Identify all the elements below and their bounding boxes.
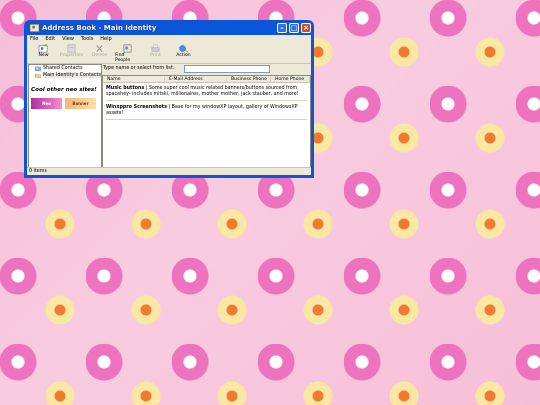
menu-view[interactable]: View	[62, 36, 74, 42]
properties-icon	[67, 44, 76, 53]
action-button[interactable]: Action	[171, 43, 196, 58]
status-text: 0 items	[29, 169, 47, 174]
menu-help[interactable]: Help	[100, 36, 111, 42]
column-email[interactable]: E-Mail Address	[165, 76, 227, 82]
print-button[interactable]: Print	[143, 43, 168, 58]
tree-item-shared-contacts[interactable]: Shared Contacts	[29, 65, 101, 72]
search-label: Type name or select from list:	[103, 66, 175, 71]
status-bar: 0 items	[27, 167, 311, 175]
column-business-phone[interactable]: Business Phone	[227, 76, 271, 82]
shared-contacts-icon	[35, 66, 41, 71]
column-home-phone[interactable]: Home Phone	[271, 76, 310, 82]
new-button[interactable]: New	[31, 43, 56, 58]
cool-sites-heading: Cool other neo sites!	[31, 87, 97, 93]
list-item[interactable]: Music buttons | Some super cool music re…	[103, 83, 310, 99]
minimize-button[interactable]: –	[277, 22, 287, 33]
divider	[106, 100, 307, 102]
menu-edit[interactable]: Edit	[45, 36, 55, 42]
divider	[106, 119, 307, 121]
contacts-list: Name E-Mail Address Business Phone Home …	[102, 75, 311, 168]
window-title: Address Book - Main Identity	[42, 23, 157, 32]
tree-item-main-identity-contacts[interactable]: Main Identity's Contacts	[29, 72, 101, 79]
maximize-button[interactable]: □	[289, 22, 299, 33]
delete-icon	[96, 44, 103, 53]
title-bar[interactable]: Address Book - Main Identity – □ ×	[27, 20, 311, 35]
search-row: Type name or select from list:	[102, 64, 309, 73]
menu-file[interactable]: File	[30, 36, 38, 42]
column-headers: Name E-Mail Address Business Phone Home …	[103, 76, 310, 83]
toolbar: New Properties Delete Find People Print …	[27, 43, 311, 64]
site-banner-2[interactable]: Banner	[65, 98, 96, 109]
close-button[interactable]: ×	[301, 22, 311, 33]
entry-title: Winxppro Screenshots	[106, 105, 167, 111]
address-book-window: Address Book - Main Identity – □ × File …	[24, 20, 314, 178]
contacts-pane: Type name or select from list: Name E-Ma…	[102, 64, 311, 168]
folder-icon	[35, 73, 41, 78]
menu-bar: File Edit View Tools Help	[27, 35, 311, 43]
action-icon	[179, 45, 189, 53]
search-input[interactable]	[184, 64, 271, 73]
new-contact-icon	[38, 44, 48, 53]
list-item[interactable]: Winxppro Screenshots | Base for my windo…	[103, 102, 310, 118]
folder-tree-pane: Shared Contacts Main Identity's Contacts…	[28, 64, 102, 168]
site-banners: Neo Banner	[31, 98, 101, 109]
properties-button[interactable]: Properties	[59, 43, 84, 58]
print-icon	[151, 44, 160, 52]
site-banner-1[interactable]: Neo	[31, 98, 62, 109]
find-people-icon	[123, 44, 132, 53]
find-people-button[interactable]: Find People	[115, 43, 140, 63]
menu-tools[interactable]: Tools	[81, 36, 93, 42]
address-book-icon	[30, 23, 39, 32]
window-client-area: File Edit View Tools Help New Properties…	[27, 35, 311, 175]
entry-title: Music buttons	[106, 86, 145, 91]
column-name[interactable]: Name	[103, 76, 165, 82]
delete-button[interactable]: Delete	[87, 43, 112, 58]
